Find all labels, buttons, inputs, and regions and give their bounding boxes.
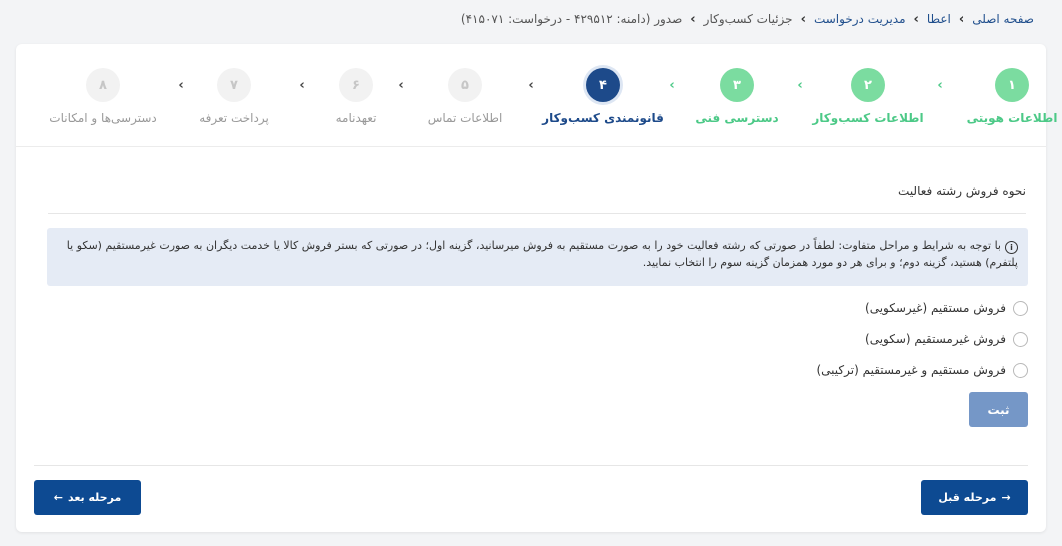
info-alert: iبا توجه به شرایط و مراحل متفاوت: لطفاً … [47, 228, 1028, 286]
step-number-badge: ۱ [995, 68, 1029, 102]
next-step-label: مرحله بعد [67, 491, 122, 504]
step-fee-payment[interactable]: ۷ پرداخت تعرفه [164, 68, 304, 125]
footer-divider [34, 465, 1028, 466]
step-number-badge: ۵ [448, 68, 482, 102]
step-technical-access[interactable]: ۳ دسترسی فنی [667, 68, 807, 125]
stepper: ۱ اطلاعات هویتی › ۲ اطلاعات کسب‌وکار › ۳… [16, 44, 1057, 147]
info-text: با توجه به شرایط و مراحل متفاوت: لطفاً د… [66, 239, 1018, 269]
submit-button[interactable]: ثبت [969, 392, 1028, 427]
radio-option-combined[interactable]: فروش مستقیم و غیرمستقیم (ترکیبی) [816, 360, 1028, 380]
breadcrumb-business-details: جزئیات کسب‌وکار [703, 12, 793, 26]
step-label: اطلاعات هویتی [966, 111, 1058, 125]
breadcrumb-chevron-icon: › [690, 11, 696, 27]
radio-option-direct[interactable]: فروش مستقیم (غیرسکویی) [816, 298, 1028, 318]
previous-step-label: مرحله قبل [938, 491, 997, 504]
radio-button[interactable] [1013, 300, 1028, 316]
radio-label[interactable]: فروش مستقیم و غیرمستقیم (ترکیبی) [816, 363, 1006, 377]
step-identity-info[interactable]: ۱ اطلاعات هویتی [942, 68, 1062, 125]
arrow-left-icon: ← [53, 491, 63, 504]
section-divider [48, 213, 1026, 214]
step-number-badge: ۴ [586, 68, 620, 102]
step-number-badge: ۸ [86, 68, 120, 102]
step-number-badge: ۲ [851, 68, 885, 102]
step-label: دسترسی فنی [695, 111, 779, 125]
step-label: دسترسی‌ها و امکانات [49, 111, 157, 125]
step-business-info[interactable]: ۲ اطلاعات کسب‌وکار [798, 68, 938, 125]
arrow-right-icon: → [1001, 491, 1011, 504]
radio-button[interactable] [1013, 331, 1028, 347]
step-commitment[interactable]: ۶ تعهدنامه [286, 68, 426, 125]
radio-button[interactable] [1013, 362, 1028, 378]
step-label: پرداخت تعرفه [199, 111, 269, 125]
breadcrumb-request-management-link[interactable]: مدیریت درخواست [814, 12, 906, 26]
step-access-features[interactable]: ۸ دسترسی‌ها و امکانات [33, 68, 173, 125]
main-card: ۱ اطلاعات هویتی › ۲ اطلاعات کسب‌وکار › ۳… [16, 44, 1057, 532]
step-label: قانونمندی کسب‌وکار [542, 111, 664, 125]
breadcrumb-chevron-icon: › [913, 11, 919, 27]
step-label: اطلاعات تماس [427, 111, 503, 125]
step-number-badge: ۷ [217, 68, 251, 102]
radio-label[interactable]: فروش غیرمستقیم (سکویی) [865, 332, 1006, 346]
previous-step-button[interactable]: → مرحله قبل [921, 480, 1028, 515]
step-business-legality[interactable]: ۴ قانونمندی کسب‌وکار [533, 68, 673, 125]
breadcrumb-grant-link[interactable]: اعطا [927, 12, 951, 26]
section-title: نحوه فروش رشته فعالیت [898, 184, 1026, 198]
step-label: تعهدنامه [335, 111, 377, 125]
breadcrumb-chevron-icon: › [800, 11, 806, 27]
next-step-button[interactable]: مرحله بعد ← [34, 480, 141, 515]
radio-label[interactable]: فروش مستقیم (غیرسکویی) [865, 301, 1006, 315]
step-chevron-icon: › [178, 78, 184, 93]
step-number-badge: ۶ [339, 68, 373, 102]
breadcrumb-current-issue: صدور (دامنه: ۴۲۹۵۱۲ - درخواست: ۴۱۵۰۷۱) [460, 12, 683, 26]
sales-type-radio-group: فروش مستقیم (غیرسکویی) فروش غیرمستقیم (س… [816, 298, 1028, 391]
breadcrumb-home-link[interactable]: صفحه اصلی [972, 12, 1034, 26]
breadcrumb: صفحه اصلی › اعطا › مدیریت درخواست › جزئی… [461, 10, 1034, 28]
step-label: اطلاعات کسب‌وکار [812, 111, 924, 125]
breadcrumb-chevron-icon: › [958, 11, 965, 27]
step-number-badge: ۳ [720, 68, 754, 102]
info-circle-icon: i [1005, 241, 1018, 254]
radio-option-indirect[interactable]: فروش غیرمستقیم (سکویی) [816, 329, 1028, 349]
